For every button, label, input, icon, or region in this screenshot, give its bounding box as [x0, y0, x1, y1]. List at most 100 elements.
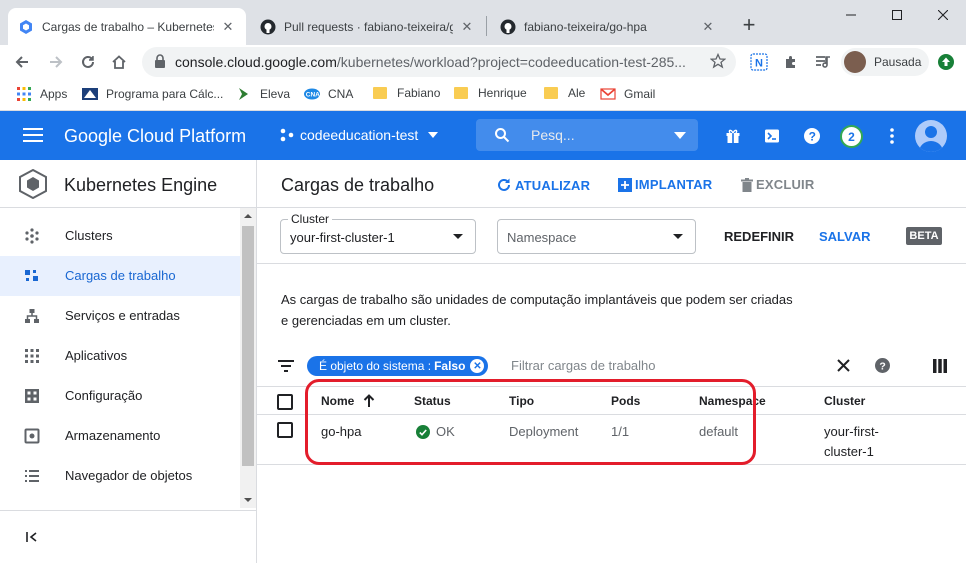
- chevron-down-icon[interactable]: [674, 132, 686, 139]
- workload-filter-input[interactable]: Filtrar cargas de trabalho: [511, 358, 656, 373]
- sidebar-item-services[interactable]: Serviços e entradas: [0, 296, 240, 336]
- help-icon[interactable]: ?: [875, 358, 890, 373]
- bookmark-eleva[interactable]: Eleva: [236, 86, 290, 102]
- cloud-shell-icon[interactable]: [761, 125, 783, 147]
- sidebar-scroll-thumb[interactable]: [242, 226, 254, 466]
- collapse-sidebar-icon[interactable]: [26, 531, 38, 543]
- scroll-down-arrow-icon[interactable]: [240, 494, 256, 506]
- namespace-select[interactable]: Namespace: [497, 219, 696, 254]
- gift-icon[interactable]: [722, 125, 744, 147]
- sidebar-item-clusters[interactable]: Clusters: [0, 216, 240, 256]
- column-header-status[interactable]: Status: [414, 394, 451, 408]
- list-icon: [25, 470, 39, 482]
- home-button[interactable]: [107, 50, 131, 74]
- column-header-label: Cluster: [824, 394, 866, 408]
- close-tab-icon[interactable]: ✕: [700, 19, 716, 35]
- gmail-icon: [600, 88, 616, 100]
- column-header-type[interactable]: Tipo: [509, 394, 534, 408]
- cluster-select[interactable]: Cluster your-first-cluster-1: [280, 212, 476, 254]
- select-all-checkbox[interactable]: [277, 394, 293, 410]
- close-window-button[interactable]: [920, 0, 966, 30]
- column-display-icon[interactable]: [933, 359, 947, 373]
- bookmark-programa-calculo[interactable]: Programa para Cálc...: [82, 86, 223, 102]
- profile-avatar: [844, 51, 866, 73]
- sidebar-item-configuration[interactable]: Configuração: [0, 376, 240, 416]
- media-playlist-icon[interactable]: [811, 50, 835, 74]
- close-tab-icon[interactable]: ✕: [220, 19, 236, 35]
- bookmark-folder-fabiano[interactable]: Fabiano: [373, 86, 440, 100]
- notifications-badge[interactable]: 2: [840, 125, 863, 148]
- tab-title: fabiano-teixeira/go-hpa: [524, 19, 647, 34]
- reset-filters-button[interactable]: REDEFINIR: [724, 229, 794, 244]
- close-tab-icon[interactable]: ✕: [459, 19, 475, 35]
- sidebar-item-workloads[interactable]: Cargas de trabalho: [0, 256, 240, 296]
- reload-button[interactable]: [76, 50, 100, 74]
- kubernetes-engine-icon: [19, 169, 47, 199]
- save-filters-button[interactable]: SALVAR: [819, 229, 871, 244]
- back-button[interactable]: [10, 50, 34, 74]
- update-arrow-icon[interactable]: [934, 50, 958, 74]
- filter-list-icon[interactable]: [278, 360, 294, 372]
- account-avatar[interactable]: [915, 120, 947, 152]
- browser-tab-workloads[interactable]: Cargas de trabalho – Kubernetes ✕: [8, 8, 246, 45]
- extension-n-icon[interactable]: N: [747, 50, 771, 74]
- chip-remove-icon[interactable]: ✕: [470, 359, 485, 373]
- url-path: /kubernetes/workload?project=codeeducati…: [336, 54, 686, 70]
- folder-icon: [373, 87, 387, 99]
- table-row: go-hpa OK Deployment 1/1 default your-fi…: [257, 415, 966, 465]
- gcp-logo-title[interactable]: Google Cloud Platform: [64, 126, 246, 147]
- profile-button[interactable]: Pausada: [841, 48, 929, 76]
- reload-icon: [82, 55, 94, 68]
- maximize-button[interactable]: [874, 0, 920, 30]
- bookmark-cna[interactable]: CNA CNA: [304, 86, 353, 102]
- chip-label: É objeto do sistema :: [319, 359, 432, 373]
- column-header-pods[interactable]: Pods: [611, 394, 640, 408]
- delete-button[interactable]: EXCLUIR: [741, 177, 814, 192]
- minimize-button[interactable]: [828, 0, 874, 30]
- extensions-puzzle-icon[interactable]: [779, 50, 803, 74]
- search-input[interactable]: Pesq...: [476, 119, 698, 151]
- system-object-filter-chip[interactable]: É objeto do sistema : Falso ✕: [307, 356, 489, 376]
- forward-button[interactable]: [44, 50, 68, 74]
- clusters-icon: [25, 228, 39, 244]
- sidebar-item-label: Configuração: [65, 388, 143, 403]
- table-toolbar: É objeto do sistema : Falso ✕ Filtrar ca…: [257, 345, 966, 387]
- column-header-namespace[interactable]: Namespace: [699, 394, 766, 408]
- product-title: Kubernetes Engine: [64, 175, 218, 195]
- cluster-select-value: your-first-cluster-1: [290, 230, 395, 245]
- table-header: Nome Status Tipo Pods Namespace Cluster: [257, 387, 966, 415]
- address-bar[interactable]: console.cloud.google.com/kubernetes/work…: [142, 47, 736, 77]
- bookmark-star-icon[interactable]: [710, 53, 726, 69]
- browser-tab-go-hpa[interactable]: fabiano-teixeira/go-hpa ✕: [490, 8, 726, 45]
- more-vert-icon[interactable]: [881, 125, 903, 147]
- chip-value: Falso: [434, 359, 466, 373]
- dropdown-caret-icon: [673, 234, 683, 239]
- column-header-name[interactable]: Nome: [321, 394, 375, 408]
- scroll-up-arrow-icon[interactable]: [240, 210, 256, 222]
- deploy-button[interactable]: IMPLANTAR: [618, 177, 712, 192]
- column-header-cluster[interactable]: Cluster: [824, 394, 865, 408]
- profile-status-label: Pausada: [874, 55, 922, 69]
- browser-tab-pull-requests[interactable]: Pull requests · fabiano-teixeira/go ✕: [250, 8, 485, 45]
- bookmark-folder-henrique[interactable]: Henrique: [454, 86, 527, 100]
- maximize-icon: [892, 10, 902, 20]
- menu-hamburger-icon[interactable]: [23, 127, 43, 143]
- sidebar-item-applications[interactable]: Aplicativos: [0, 336, 240, 376]
- refresh-button[interactable]: ATUALIZAR: [496, 177, 590, 193]
- new-tab-button[interactable]: +: [738, 14, 760, 36]
- workload-cluster-link[interactable]: your-first- cluster-1: [824, 422, 879, 462]
- workload-name-link[interactable]: go-hpa: [321, 422, 361, 442]
- column-header-label: Nome: [321, 394, 355, 408]
- sidebar-item-object-browser[interactable]: Navegador de objetos: [0, 456, 240, 496]
- lock-icon: [155, 54, 165, 68]
- check-circle-icon: [416, 425, 430, 439]
- sidebar-item-storage[interactable]: Armazenamento: [0, 416, 240, 456]
- row-checkbox[interactable]: [277, 422, 293, 438]
- close-icon: [938, 10, 948, 20]
- project-selector[interactable]: codeeducation-test: [280, 127, 439, 143]
- clear-filter-close-icon[interactable]: [837, 359, 850, 372]
- help-icon[interactable]: ?: [801, 125, 823, 147]
- bookmark-folder-ale[interactable]: Ale: [544, 86, 585, 100]
- bookmark-gmail[interactable]: Gmail: [600, 86, 655, 102]
- bookmark-apps[interactable]: Apps: [16, 86, 67, 102]
